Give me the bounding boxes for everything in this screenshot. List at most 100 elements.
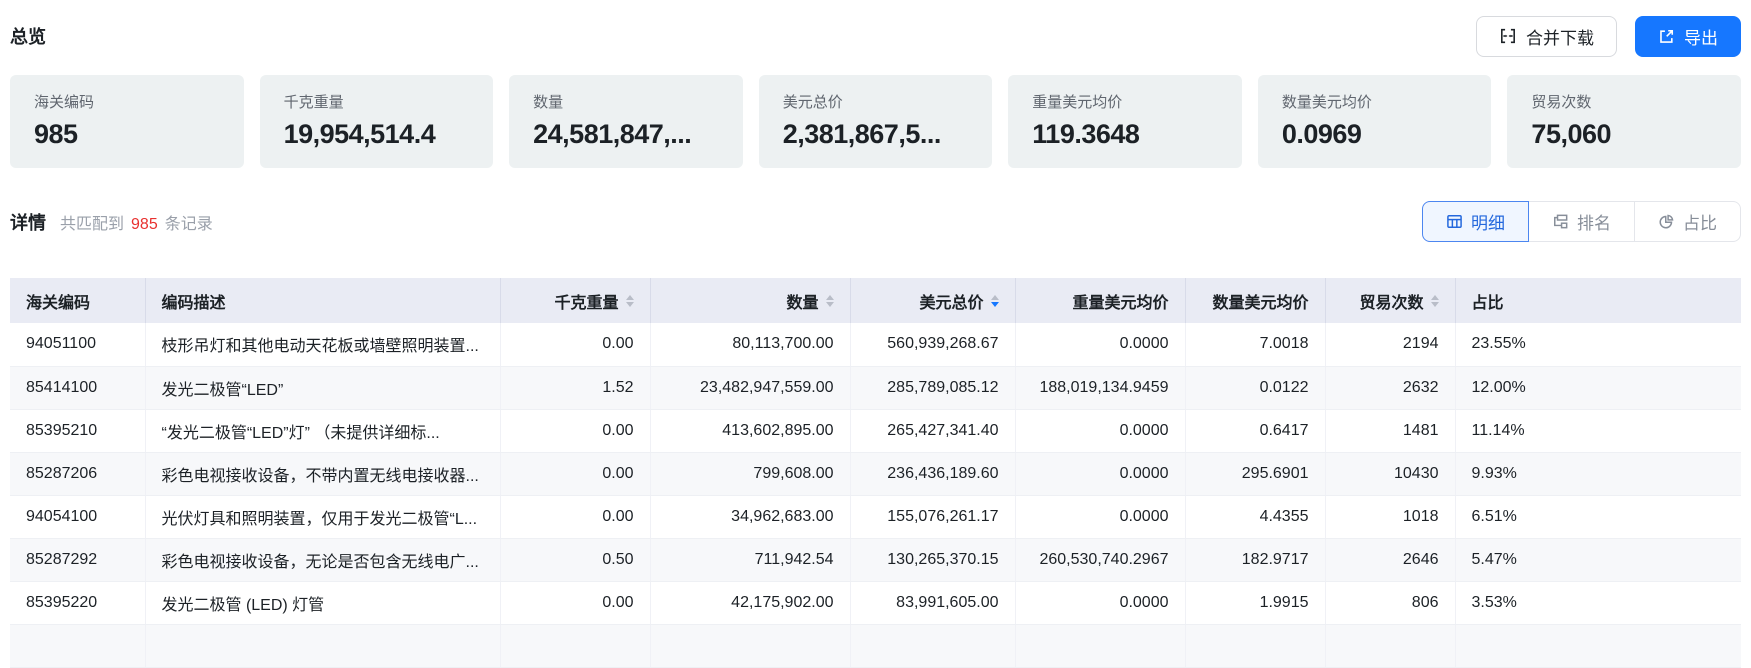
stat-label: 美元总价: [783, 91, 969, 112]
cell-share: 9.93%: [1455, 452, 1741, 495]
cell-quantity: 413,602,895.00: [650, 409, 850, 452]
stat-card: 数量美元均价0.0969: [1258, 75, 1492, 168]
cell-usd-total: 560,939,268.67: [850, 323, 1015, 366]
matched-suffix: 条记录: [165, 216, 213, 233]
column-header-usd-per-kg: 重量美元均价: [1015, 278, 1185, 323]
cell-empty: [850, 624, 1015, 667]
cell-empty: [650, 624, 850, 667]
stat-label: 千克重量: [284, 91, 470, 112]
view-tabs: 明细 排名占比: [1422, 201, 1741, 242]
cell-usd-per-qty: 295.6901: [1185, 452, 1325, 495]
cell-usd-total: 130,265,370.15: [850, 538, 1015, 581]
page: 总览 合并下载: [0, 0, 1751, 668]
column-header-kg-weight[interactable]: 千克重量: [500, 278, 650, 323]
cell-description: 光伏灯具和照明装置，仅用于发光二极管“L...: [145, 495, 500, 538]
column-header-share: 占比: [1455, 278, 1741, 323]
cell-usd-total: 236,436,189.60: [850, 452, 1015, 495]
cell-description: 发光二极管 (LED) 灯管: [145, 581, 500, 624]
cell-hs-code: 85287206: [10, 452, 145, 495]
table-icon: [1446, 213, 1463, 230]
cell-usd-per-kg: 0.0000: [1015, 409, 1185, 452]
cell-quantity: 799,608.00: [650, 452, 850, 495]
cell-kg-weight: 1.52: [500, 366, 650, 409]
cell-share: 23.55%: [1455, 323, 1741, 366]
cell-kg-weight: 0.50: [500, 538, 650, 581]
stat-label: 海关编码: [34, 91, 220, 112]
cell-usd-per-kg: 260,530,740.2967: [1015, 538, 1185, 581]
column-label: 美元总价: [919, 289, 983, 313]
cell-description: 彩色电视接收设备，无论是否包含无线电广...: [145, 538, 500, 581]
column-header-quantity[interactable]: 数量: [650, 278, 850, 323]
cell-quantity: 711,942.54: [650, 538, 850, 581]
table-row: 85395220发光二极管 (LED) 灯管0.0042,175,902.008…: [10, 581, 1741, 624]
stat-card: 美元总价 2,381,867,5...: [759, 75, 993, 168]
cell-description: 枝形吊灯和其他电动天花板或墙壁照明装置...: [145, 323, 500, 366]
page-title: 总览: [10, 23, 46, 49]
column-label: 海关编码: [26, 289, 90, 313]
cell-usd-per-qty: 182.9717: [1185, 538, 1325, 581]
cell-usd-total: 83,991,605.00: [850, 581, 1015, 624]
export-button[interactable]: 导出: [1635, 16, 1741, 57]
cell-hs-code: 85395210: [10, 409, 145, 452]
column-label: 贸易次数: [1359, 289, 1423, 313]
cell-usd-per-kg: 0.0000: [1015, 452, 1185, 495]
merge-download-button[interactable]: 合并下载: [1476, 16, 1617, 57]
table-row: 85287292彩色电视接收设备，无论是否包含无线电广...0.50711,94…: [10, 538, 1741, 581]
stat-value: 2,381,867,5...: [783, 119, 969, 150]
cell-usd-total: 155,076,261.17: [850, 495, 1015, 538]
cell-description: “发光二极管“LED”灯” （未提供详细标...: [145, 409, 500, 452]
cell-empty: [1325, 624, 1455, 667]
stat-card: 数量24,581,847,...: [509, 75, 743, 168]
stat-value: 24,581,847,...: [533, 119, 719, 150]
cell-trade-count: 1481: [1325, 409, 1455, 452]
cell-empty: [10, 624, 145, 667]
cell-empty: [145, 624, 500, 667]
cell-usd-total: 265,427,341.40: [850, 409, 1015, 452]
cell-usd-per-qty: 1.9915: [1185, 581, 1325, 624]
column-label: 数量: [786, 289, 818, 313]
ranking-icon: [1552, 213, 1569, 230]
table-header-row: 海关编码编码描述千克重量数量美元总价重量美元均价数量美元均价贸易次数占比: [10, 278, 1741, 323]
cell-usd-per-qty: 0.0122: [1185, 366, 1325, 409]
pie-chart-icon: [1658, 213, 1675, 230]
cell-usd-per-qty: 4.4355: [1185, 495, 1325, 538]
stat-value: 119.3648: [1032, 119, 1218, 150]
column-header-trade-count[interactable]: 贸易次数: [1325, 278, 1455, 323]
details-heading: 详情 共匹配到985条记录: [10, 209, 213, 235]
cell-description: 发光二极管“LED”: [145, 366, 500, 409]
cell-usd-per-kg: 0.0000: [1015, 581, 1185, 624]
cell-trade-count: 2646: [1325, 538, 1455, 581]
column-label: 重量美元均价: [1072, 289, 1168, 313]
cell-hs-code: 94051100: [10, 323, 145, 366]
column-header-hs-code: 海关编码: [10, 278, 145, 323]
cell-hs-code: 94054100: [10, 495, 145, 538]
tab-label: 排名: [1577, 209, 1611, 234]
cell-share: 5.47%: [1455, 538, 1741, 581]
tab-proportion[interactable]: 占比: [1634, 201, 1741, 242]
matched-prefix: 共匹配到: [60, 216, 124, 233]
stat-card: 海关编码985: [10, 75, 244, 168]
sort-carets-icon: [626, 295, 634, 307]
column-label: 编码描述: [162, 289, 226, 313]
stat-value: 75,060: [1531, 119, 1717, 150]
cell-share: 3.53%: [1455, 581, 1741, 624]
cell-quantity: 23,482,947,559.00: [650, 366, 850, 409]
cell-trade-count: 10430: [1325, 452, 1455, 495]
details-table: 海关编码编码描述千克重量数量美元总价重量美元均价数量美元均价贸易次数占比 940…: [10, 278, 1741, 668]
merge-download-label: 合并下载: [1526, 24, 1594, 49]
table-row: 94054100光伏灯具和照明装置，仅用于发光二极管“L...0.0034,96…: [10, 495, 1741, 538]
column-label: 占比: [1472, 289, 1504, 313]
cell-empty: [500, 624, 650, 667]
cell-usd-total: 285,789,085.12: [850, 366, 1015, 409]
tab-detail[interactable]: 明细: [1422, 201, 1529, 242]
cell-hs-code: 85395220: [10, 581, 145, 624]
cell-share: 6.51%: [1455, 495, 1741, 538]
stat-label: 贸易次数: [1531, 91, 1717, 112]
column-label: 千克重量: [554, 289, 618, 313]
column-header-usd-total[interactable]: 美元总价: [850, 278, 1015, 323]
stat-label: 重量美元均价: [1032, 91, 1218, 112]
details-section-header: 详情 共匹配到985条记录 明细 排名占比: [10, 201, 1741, 242]
tab-ranking[interactable]: 排名: [1528, 201, 1635, 242]
cell-share: 11.14%: [1455, 409, 1741, 452]
sort-carets-icon: [826, 295, 834, 307]
